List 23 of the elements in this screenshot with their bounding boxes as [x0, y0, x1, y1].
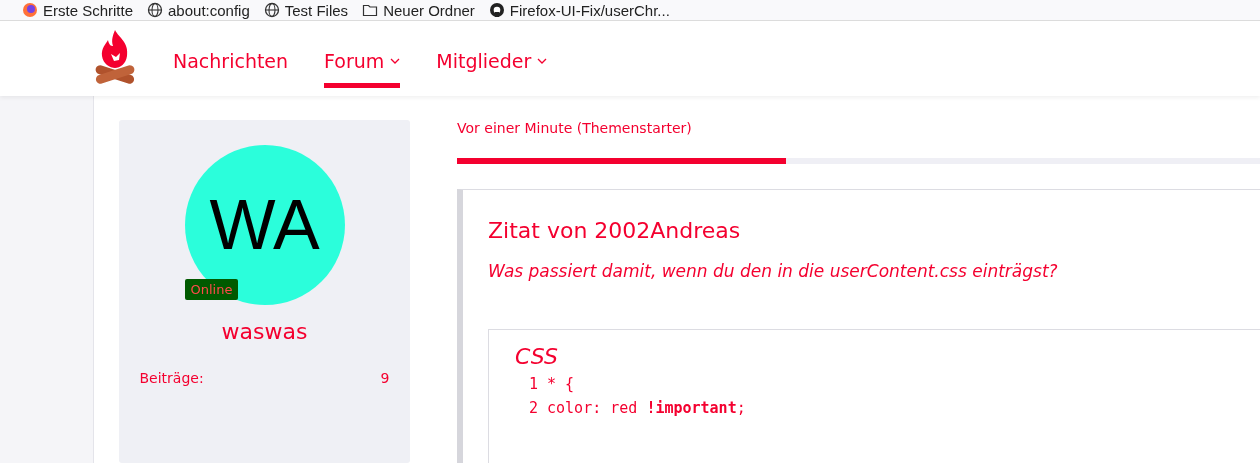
bookmark-link[interactable]: Test Files	[263, 1, 349, 19]
nav-link[interactable]: Forum	[324, 37, 401, 88]
nav-link[interactable]: Mitglieder	[436, 37, 548, 88]
nav-link[interactable]: Nachrichten	[173, 37, 289, 88]
quote-title: Zitat von 2002Andreas	[488, 218, 742, 243]
stat-label: Beiträge:	[139, 370, 204, 386]
bookmark-link[interactable]: Erste Schritte	[22, 1, 134, 19]
folder-icon	[362, 2, 379, 18]
bookmark-link[interactable]: Firefox-UI-Fix/userChr...	[488, 1, 670, 19]
quote-text: Was passiert damit, wenn du den in die userContent.css einträgst?	[488, 261, 1059, 281]
code-title: CSS	[515, 344, 559, 369]
code-line: * {	[547, 375, 575, 393]
globe-icon	[263, 2, 280, 18]
online-badge: Online	[184, 279, 239, 300]
line-number: 2	[529, 399, 539, 417]
code-line: color: red !important;	[547, 399, 746, 417]
globe-icon	[147, 2, 164, 18]
bookmark-link[interactable]: Neuer Ordner	[362, 1, 475, 19]
username-link[interactable]: waswas	[221, 319, 308, 344]
post-time: Vor einer Minute (Themenstarter)	[457, 120, 693, 138]
bookmark-link[interactable]: about:config	[147, 1, 250, 19]
stat-value: 9	[380, 370, 390, 386]
line-number: 1	[529, 375, 539, 393]
